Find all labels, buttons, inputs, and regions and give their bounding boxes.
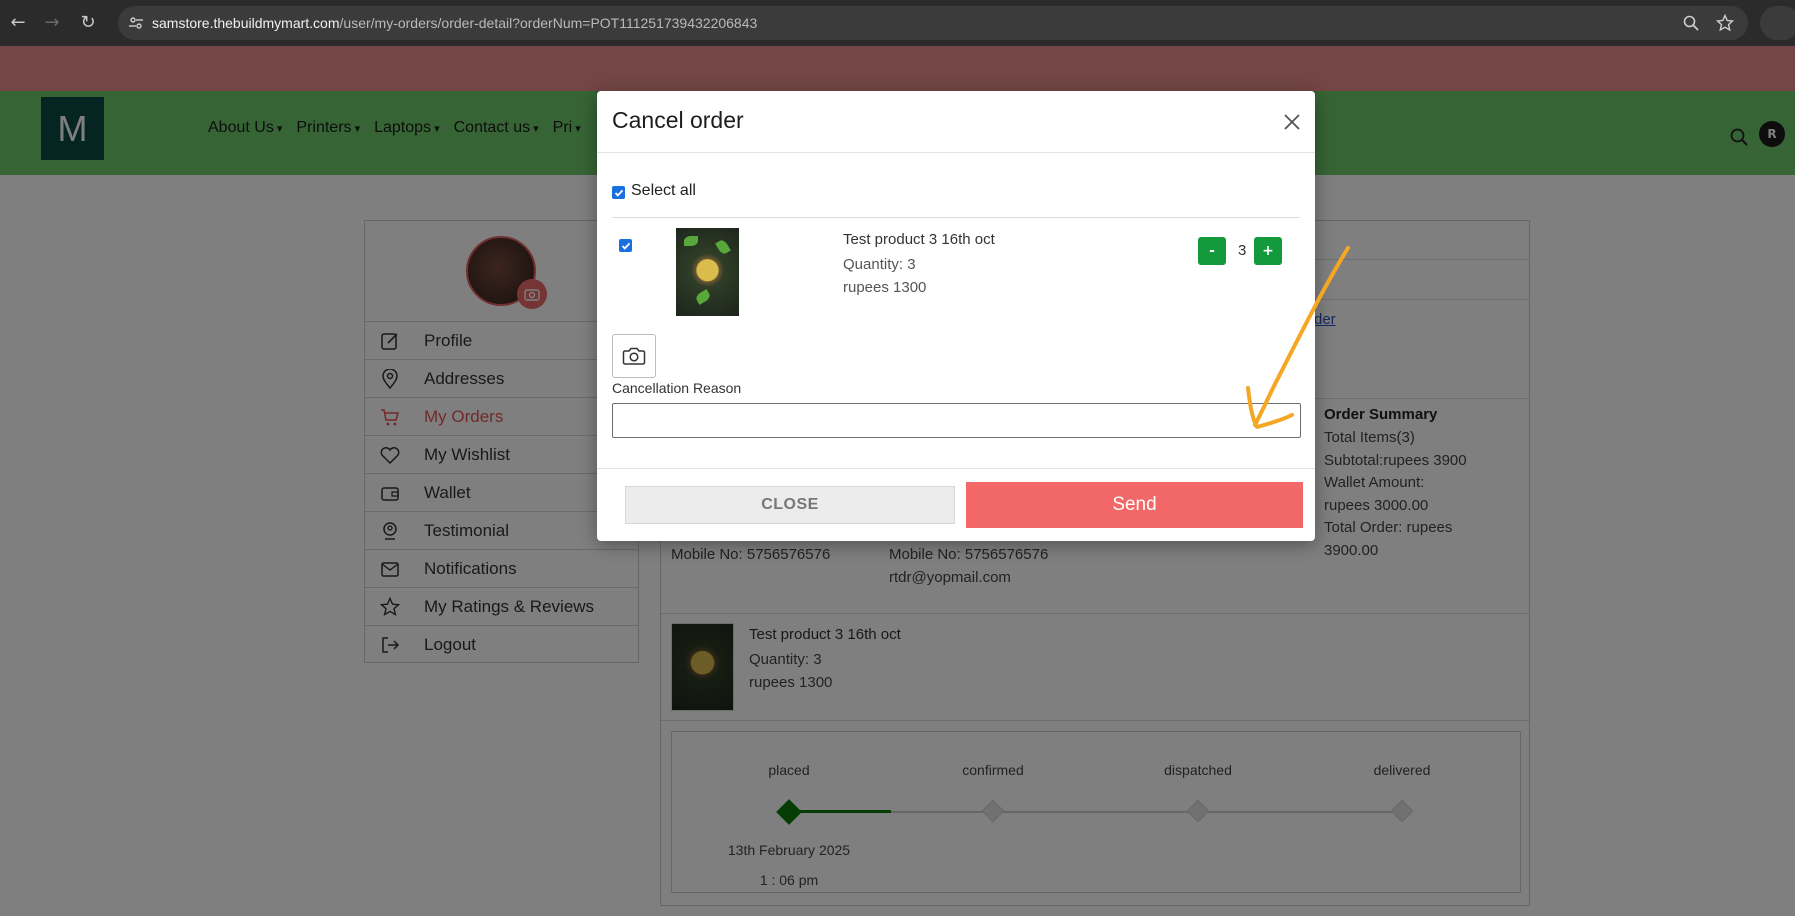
site-info-icon[interactable] (128, 15, 144, 31)
modal-header: Cancel order (597, 91, 1315, 153)
leaf-decoration (684, 236, 698, 246)
send-button[interactable]: Send (966, 482, 1303, 528)
item-checkbox[interactable] (619, 239, 632, 252)
cancel-order-modal: Cancel order Select all Test product 3 1… (597, 91, 1315, 541)
quantity-increase-button[interactable]: + (1254, 237, 1282, 265)
bookmark-star-icon[interactable] (1716, 14, 1734, 32)
product-price: rupees 1300 (843, 279, 927, 296)
quantity-value: 3 (1238, 242, 1247, 259)
back-icon[interactable]: ← (0, 4, 36, 40)
product-quantity: Quantity: 3 (843, 256, 916, 273)
modal-title: Cancel order (612, 107, 744, 133)
leaf-decoration (715, 238, 731, 256)
divider (612, 217, 1300, 218)
product-thumbnail (676, 228, 739, 316)
cancellation-reason-input[interactable] (612, 403, 1301, 438)
close-icon[interactable] (1281, 111, 1303, 133)
product-name: Test product 3 16th oct (843, 231, 995, 248)
url-text: samstore.thebuildmymart.com/user/my-orde… (152, 15, 758, 31)
reload-icon[interactable]: ↻ (70, 4, 106, 40)
cancellation-reason-label: Cancellation Reason (612, 380, 742, 396)
select-all-label[interactable]: Select all (631, 182, 696, 200)
camera-icon (622, 347, 646, 365)
address-bar[interactable]: samstore.thebuildmymart.com/user/my-orde… (118, 6, 1748, 40)
browser-toolbar: ← → ↻ samstore.thebuildmymart.com/user/m… (0, 0, 1795, 46)
forward-icon[interactable]: → (34, 4, 70, 40)
modal-footer-divider (597, 468, 1315, 469)
leaf-decoration (694, 289, 712, 305)
select-all-checkbox[interactable] (612, 186, 625, 199)
upload-photo-button[interactable] (612, 334, 656, 378)
close-button[interactable]: CLOSE (625, 486, 955, 524)
zoom-icon[interactable] (1682, 14, 1700, 32)
incognito-icon[interactable] (1760, 6, 1795, 40)
quantity-decrease-button[interactable]: - (1198, 237, 1226, 265)
